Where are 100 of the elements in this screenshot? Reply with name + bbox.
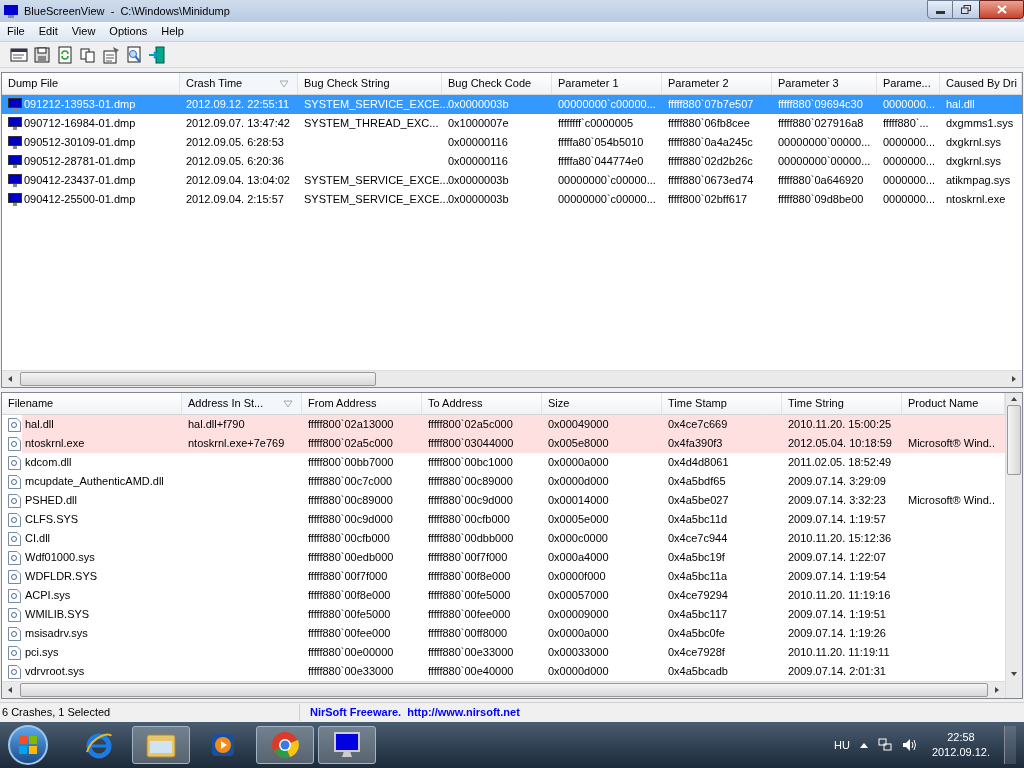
column-header[interactable]: Bug Check String — [298, 73, 442, 94]
sort-icon — [283, 399, 293, 408]
table-cell-text: 2010.11.20. 15:00:25 — [788, 417, 892, 433]
column-header[interactable]: Parame... — [877, 73, 940, 94]
table-cell-text: fffff880`00e33000 — [428, 645, 514, 661]
vertical-scrollbar[interactable] — [1005, 393, 1022, 698]
options-icon[interactable] — [102, 45, 120, 64]
minimize-button[interactable] — [927, 0, 953, 19]
taskbar-button[interactable] — [132, 726, 190, 764]
network-icon[interactable] — [877, 738, 892, 752]
scroll-left-icon[interactable] — [6, 375, 14, 383]
properties-icon[interactable] — [10, 45, 28, 64]
volume-icon[interactable] — [901, 738, 918, 752]
table-cell-text: 0000000... — [883, 173, 935, 189]
table-row[interactable]: WDFLDR.SYS fffff880`00f7f000 fffff880`00f8e000 0x0000f000 0x4a5bc11a 2009.07.14. 1:19:54 — [22, 567, 1005, 586]
save-icon[interactable] — [33, 45, 51, 64]
monitor-icon — [8, 117, 22, 130]
restore-icon — [961, 5, 971, 14]
scroll-right-icon[interactable] — [1010, 375, 1018, 383]
table-row[interactable]: 090412-25500-01.dmp 2012.09.04. 2:15:57 SYSTEM_SERVICE_EXCE...0x0000003b 00000000`c00000... fffff800`02bff617 fffff880`09d8be00 0000000... ntoskrnl.exe — [2, 190, 1022, 209]
monitor-icon — [332, 730, 362, 760]
horizontal-scrollbar[interactable] — [2, 370, 1022, 387]
horizontal-scrollbar[interactable] — [2, 681, 1005, 698]
table-cell-text: fffff880`09694c30 — [778, 97, 863, 113]
maximize-button[interactable] — [953, 0, 979, 19]
column-header[interactable]: Crash Time — [180, 73, 298, 94]
table-row[interactable]: vdrvroot.sys fffff880`00e33000 fffff880`00e40000 0x0000d000 0x4a5bcadb 2009.07.14. 2:01:31 — [22, 662, 1005, 681]
clock-time: 22:58 — [947, 730, 975, 745]
table-cell-text: 090712-16984-01.dmp — [24, 116, 136, 132]
column-header[interactable]: Parameter 2 — [662, 73, 772, 94]
scrollbar-thumb[interactable] — [20, 372, 376, 386]
table-cell-text: 0x4ce7c944 — [668, 531, 728, 547]
website-link[interactable]: NirSoft Freeware. http://www.nirsoft.net — [300, 704, 520, 721]
table-row[interactable]: ACPI.sys fffff880`00f8e000 fffff880`00fe5000 0x00057000 0x4ce79294 2010.11.20. 11:19:16 — [22, 586, 1005, 605]
table-row[interactable]: pci.sys fffff880`00e00000 fffff880`00e33000 0x00033000 0x4ce7928f 2010.11.20. 11:19:11 — [22, 643, 1005, 662]
table-cell-text: fffff880`00ff8000 — [428, 626, 508, 642]
table-row[interactable]: CI.dll fffff880`00cfb000 fffff880`00dbb000 0x000c0000 0x4ce7c944 2010.11.20. 15:12:36 — [22, 529, 1005, 548]
scrollbar-thumb[interactable] — [20, 683, 988, 697]
table-cell-text: 0x00000116 — [448, 154, 508, 170]
table-row[interactable]: kdcom.dll fffff800`00bb7000 fffff800`00bc1000 0x0000a000 0x4d4d8061 2011.02.05. 18:52:49 — [22, 453, 1005, 472]
table-row[interactable]: 090412-23437-01.dmp 2012.09.04. 13:04:02 SYSTEM_SERVICE_EXCE...0x0000003b 00000000`c00000... fffff880`0673ed74 fffff880`0a646920 0000000... atikmpag.sys — [2, 171, 1022, 190]
menu-item[interactable]: Help — [154, 23, 191, 40]
menu-item[interactable]: View — [64, 23, 103, 40]
taskbar-button[interactable] — [256, 726, 314, 764]
table-cell-text: SYSTEM_SERVICE_EXCE... — [304, 97, 449, 113]
table-cell-text: 0x0005e000 — [548, 512, 609, 528]
table-cell-text: 0x1000007e — [448, 116, 509, 132]
up-arrow-icon[interactable] — [859, 742, 868, 748]
menu-item[interactable]: File — [0, 23, 32, 40]
table-row[interactable]: hal.dll hal.dll+f790 fffff800`02a13000 fffff800`02a5c000 0x00049000 0x4ce7c669 2010.11.20. 15:00:25 — [22, 415, 1005, 434]
menu-item[interactable]: Edit — [31, 23, 65, 40]
table-cell-text: fffff880`00e33000 — [308, 664, 394, 680]
monitor-icon — [8, 98, 22, 111]
table-row[interactable]: 090512-30109-01.dmp 2012.09.05. 6:28:53 0x00000116 fffffa80`054b5010 fffff880`0a4a245c 00000000`00000... 0000000... dxgkrnl.sys — [2, 133, 1022, 152]
refresh-icon[interactable] — [56, 45, 74, 64]
column-header[interactable]: To Address — [422, 393, 542, 414]
table-cell-text: fffff880`00c9d000 — [428, 493, 513, 509]
show-desktop-button[interactable] — [1004, 726, 1016, 764]
menu-item[interactable]: Options — [102, 23, 155, 40]
clock[interactable]: 22:58 2012.09.12. — [927, 730, 994, 760]
sort-icon — [279, 79, 289, 88]
table-row[interactable]: CLFS.SYS fffff880`00c9d000 fffff880`00cfb000 0x0005e000 0x4a5bc11d 2009.07.14. 1:19:57 — [22, 510, 1005, 529]
table-cell-text: fffff800`00bb7000 — [308, 455, 394, 471]
search-icon[interactable] — [125, 45, 143, 64]
table-row[interactable]: 090712-16984-01.dmp 2012.09.07. 13:47:42 SYSTEM_THREAD_EXC... 0x1000007e ffffffff`c0000005 fffff880`06fb8cee fffff880`027916a8 fffff880`... dxgmms1.sys — [2, 114, 1022, 133]
column-header[interactable]: Parameter 1 — [552, 73, 662, 94]
minimize-icon — [935, 10, 945, 15]
monitor-icon — [8, 174, 22, 187]
table-cell-text: 0x00009000 — [548, 607, 609, 623]
scroll-left-icon[interactable] — [6, 686, 14, 694]
scroll-right-icon[interactable] — [993, 686, 1001, 694]
column-header[interactable]: Address In St... — [182, 393, 302, 414]
scrollbar-thumb[interactable] — [1007, 405, 1021, 475]
table-cell-text: kdcom.dll — [25, 455, 72, 471]
column-header[interactable]: Time String — [782, 393, 902, 414]
start-button[interactable] — [8, 725, 48, 765]
scroll-down-icon[interactable] — [1010, 670, 1018, 678]
column-header[interactable]: From Address — [302, 393, 422, 414]
table-row[interactable]: Wdf01000.sys fffff880`00edb000 fffff880`00f7f000 0x000a4000 0x4a5bc19f 2009.07.14. 1:22:07 — [22, 548, 1005, 567]
play-icon — [209, 731, 237, 759]
table-cell-text: 0x4a5bc0fe — [668, 626, 725, 642]
windows-logo-icon — [19, 736, 37, 754]
table-row[interactable]: msisadrv.sys fffff880`00fee000 fffff880`00ff8000 0x0000a000 0x4a5bc0fe 2009.07.14. 1:19:26 — [22, 624, 1005, 643]
table-row[interactable]: PSHED.dll fffff880`00c89000 fffff880`00c9d000 0x00014000 0x4a5be027 2009.07.14. 3:32:23 Microsoft® Wind.. — [22, 491, 1005, 510]
table-cell-text: 0x000c0000 — [548, 531, 608, 547]
column-header[interactable]: Time Stamp — [662, 393, 782, 414]
scroll-up-icon[interactable] — [1010, 395, 1018, 403]
table-row[interactable]: 090512-28781-01.dmp 2012.09.05. 6:20:36 0x00000116 fffffa80`044774e0 fffff880`02d2b26c 00000000`00000... 0000000... dxgkrnl.sys — [2, 152, 1022, 171]
column-header[interactable]: Bug Check Code — [442, 73, 552, 94]
copy-icon[interactable] — [79, 45, 97, 64]
taskbar-button[interactable] — [318, 726, 376, 764]
language-indicator[interactable]: HU — [834, 736, 850, 754]
column-header[interactable]: Size — [542, 393, 662, 414]
column-header[interactable]: Parameter 3 — [772, 73, 877, 94]
exit-icon[interactable] — [148, 45, 166, 64]
table-row[interactable]: ntoskrnl.exe ntoskrnl.exe+7e769 fffff800`02a5c000 fffff800`03044000 0x005e8000 0x4fa390f3 2012.05.04. 10:18:59 Microsoft® Wind.. — [22, 434, 1005, 453]
table-row[interactable]: WMILIB.SYS fffff880`00fe5000 fffff880`00fee000 0x00009000 0x4a5bc117 2009.07.14. 1:19:51 — [22, 605, 1005, 624]
close-button[interactable] — [979, 0, 1024, 19]
column-header[interactable]: Caused By Dri — [940, 73, 1022, 94]
table-row[interactable]: mcupdate_AuthenticAMD.dll fffff880`00c7c000 fffff880`00c89000 0x0000d000 0x4a5bdf65 2009.07.14. 3:29:09 — [22, 472, 1005, 491]
